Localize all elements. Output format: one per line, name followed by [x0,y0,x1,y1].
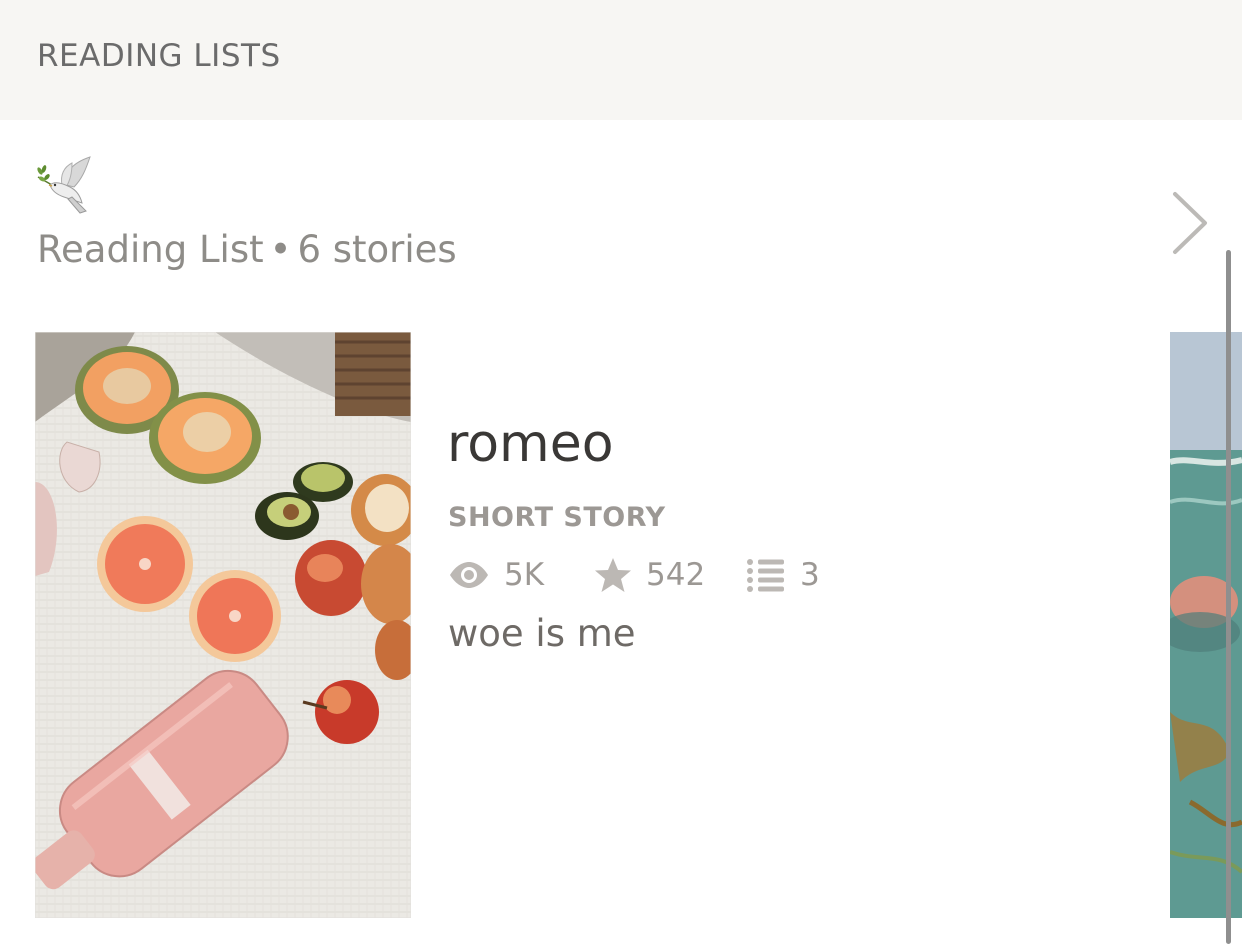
meta-separator: • [269,228,292,271]
votes-stat: 542 [594,557,746,593]
votes-count: 542 [646,557,706,593]
eye-icon [448,561,490,589]
next-story-cover-image[interactable] [1170,332,1242,918]
reading-list-meta: Reading List • 6 stories [37,228,457,271]
parts-count: 3 [800,557,820,593]
star-icon [594,557,632,593]
story-count: 6 stories [297,228,457,271]
top-header: READING LISTS [0,0,1242,120]
views-count: 5K [504,557,545,593]
story-title[interactable]: romeo [447,414,614,474]
next-list-chevron-icon[interactable] [1165,188,1213,258]
list-parts-icon [746,558,786,592]
page-title: READING LISTS [37,38,281,74]
parts-stat: 3 [746,557,820,593]
story-description: woe is me [448,612,636,655]
reading-list-label: Reading List [37,228,264,271]
story-type-label: SHORT STORY [448,502,666,533]
story-stats: 5K 542 3 [448,552,820,598]
story-cover-image[interactable] [35,332,411,918]
vertical-scrollbar[interactable] [1226,250,1231,944]
dove-icon [36,155,96,217]
views-stat: 5K [448,557,594,593]
